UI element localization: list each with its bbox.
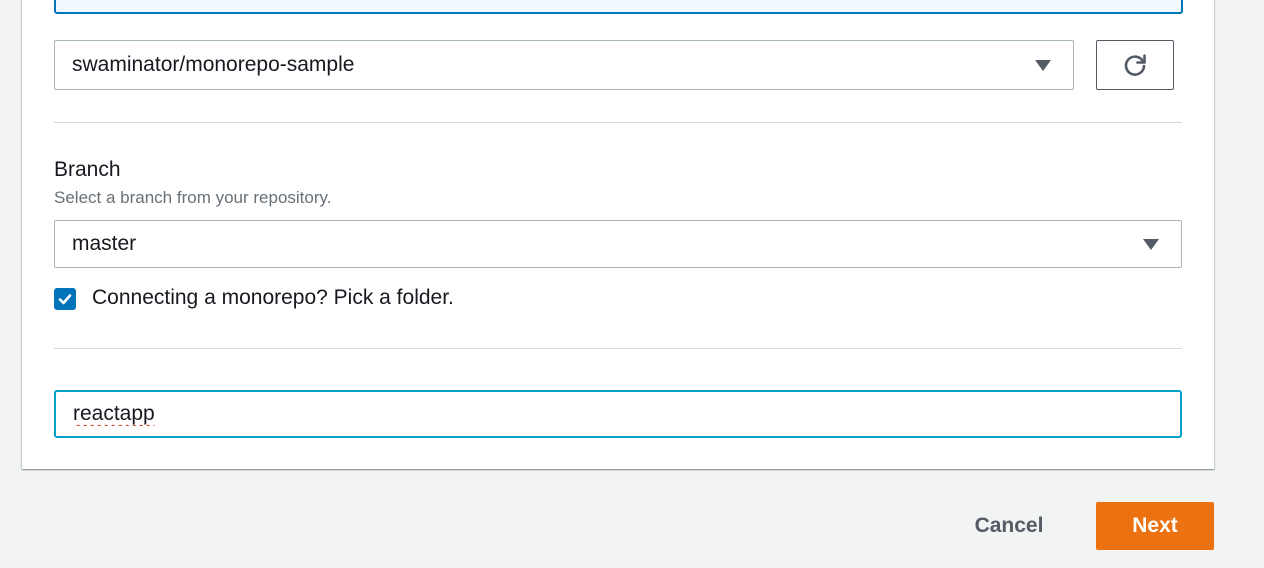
refresh-icon xyxy=(1124,54,1146,76)
branch-select[interactable]: master xyxy=(54,220,1182,268)
caret-down-icon xyxy=(1143,239,1159,250)
cancel-button[interactable]: Cancel xyxy=(958,502,1060,550)
section-divider xyxy=(54,348,1182,349)
repository-select[interactable]: swaminator/monorepo-sample xyxy=(54,40,1074,90)
branch-description: Select a branch from your repository. xyxy=(54,188,332,207)
monorepo-folder-input[interactable] xyxy=(54,390,1182,438)
monorepo-checkbox[interactable] xyxy=(54,288,76,310)
refresh-button[interactable] xyxy=(1096,40,1174,90)
next-button[interactable]: Next xyxy=(1096,502,1214,550)
repository-select-value: swaminator/monorepo-sample xyxy=(72,53,355,76)
monorepo-checkbox-label[interactable]: Connecting a monorepo? Pick a folder. xyxy=(92,286,454,310)
search-input-partial[interactable] xyxy=(54,0,1183,14)
branch-label: Branch xyxy=(54,158,121,181)
section-divider xyxy=(54,122,1182,123)
branch-select-value: master xyxy=(72,232,137,255)
checkmark-icon xyxy=(58,294,72,305)
caret-down-icon xyxy=(1035,60,1051,71)
